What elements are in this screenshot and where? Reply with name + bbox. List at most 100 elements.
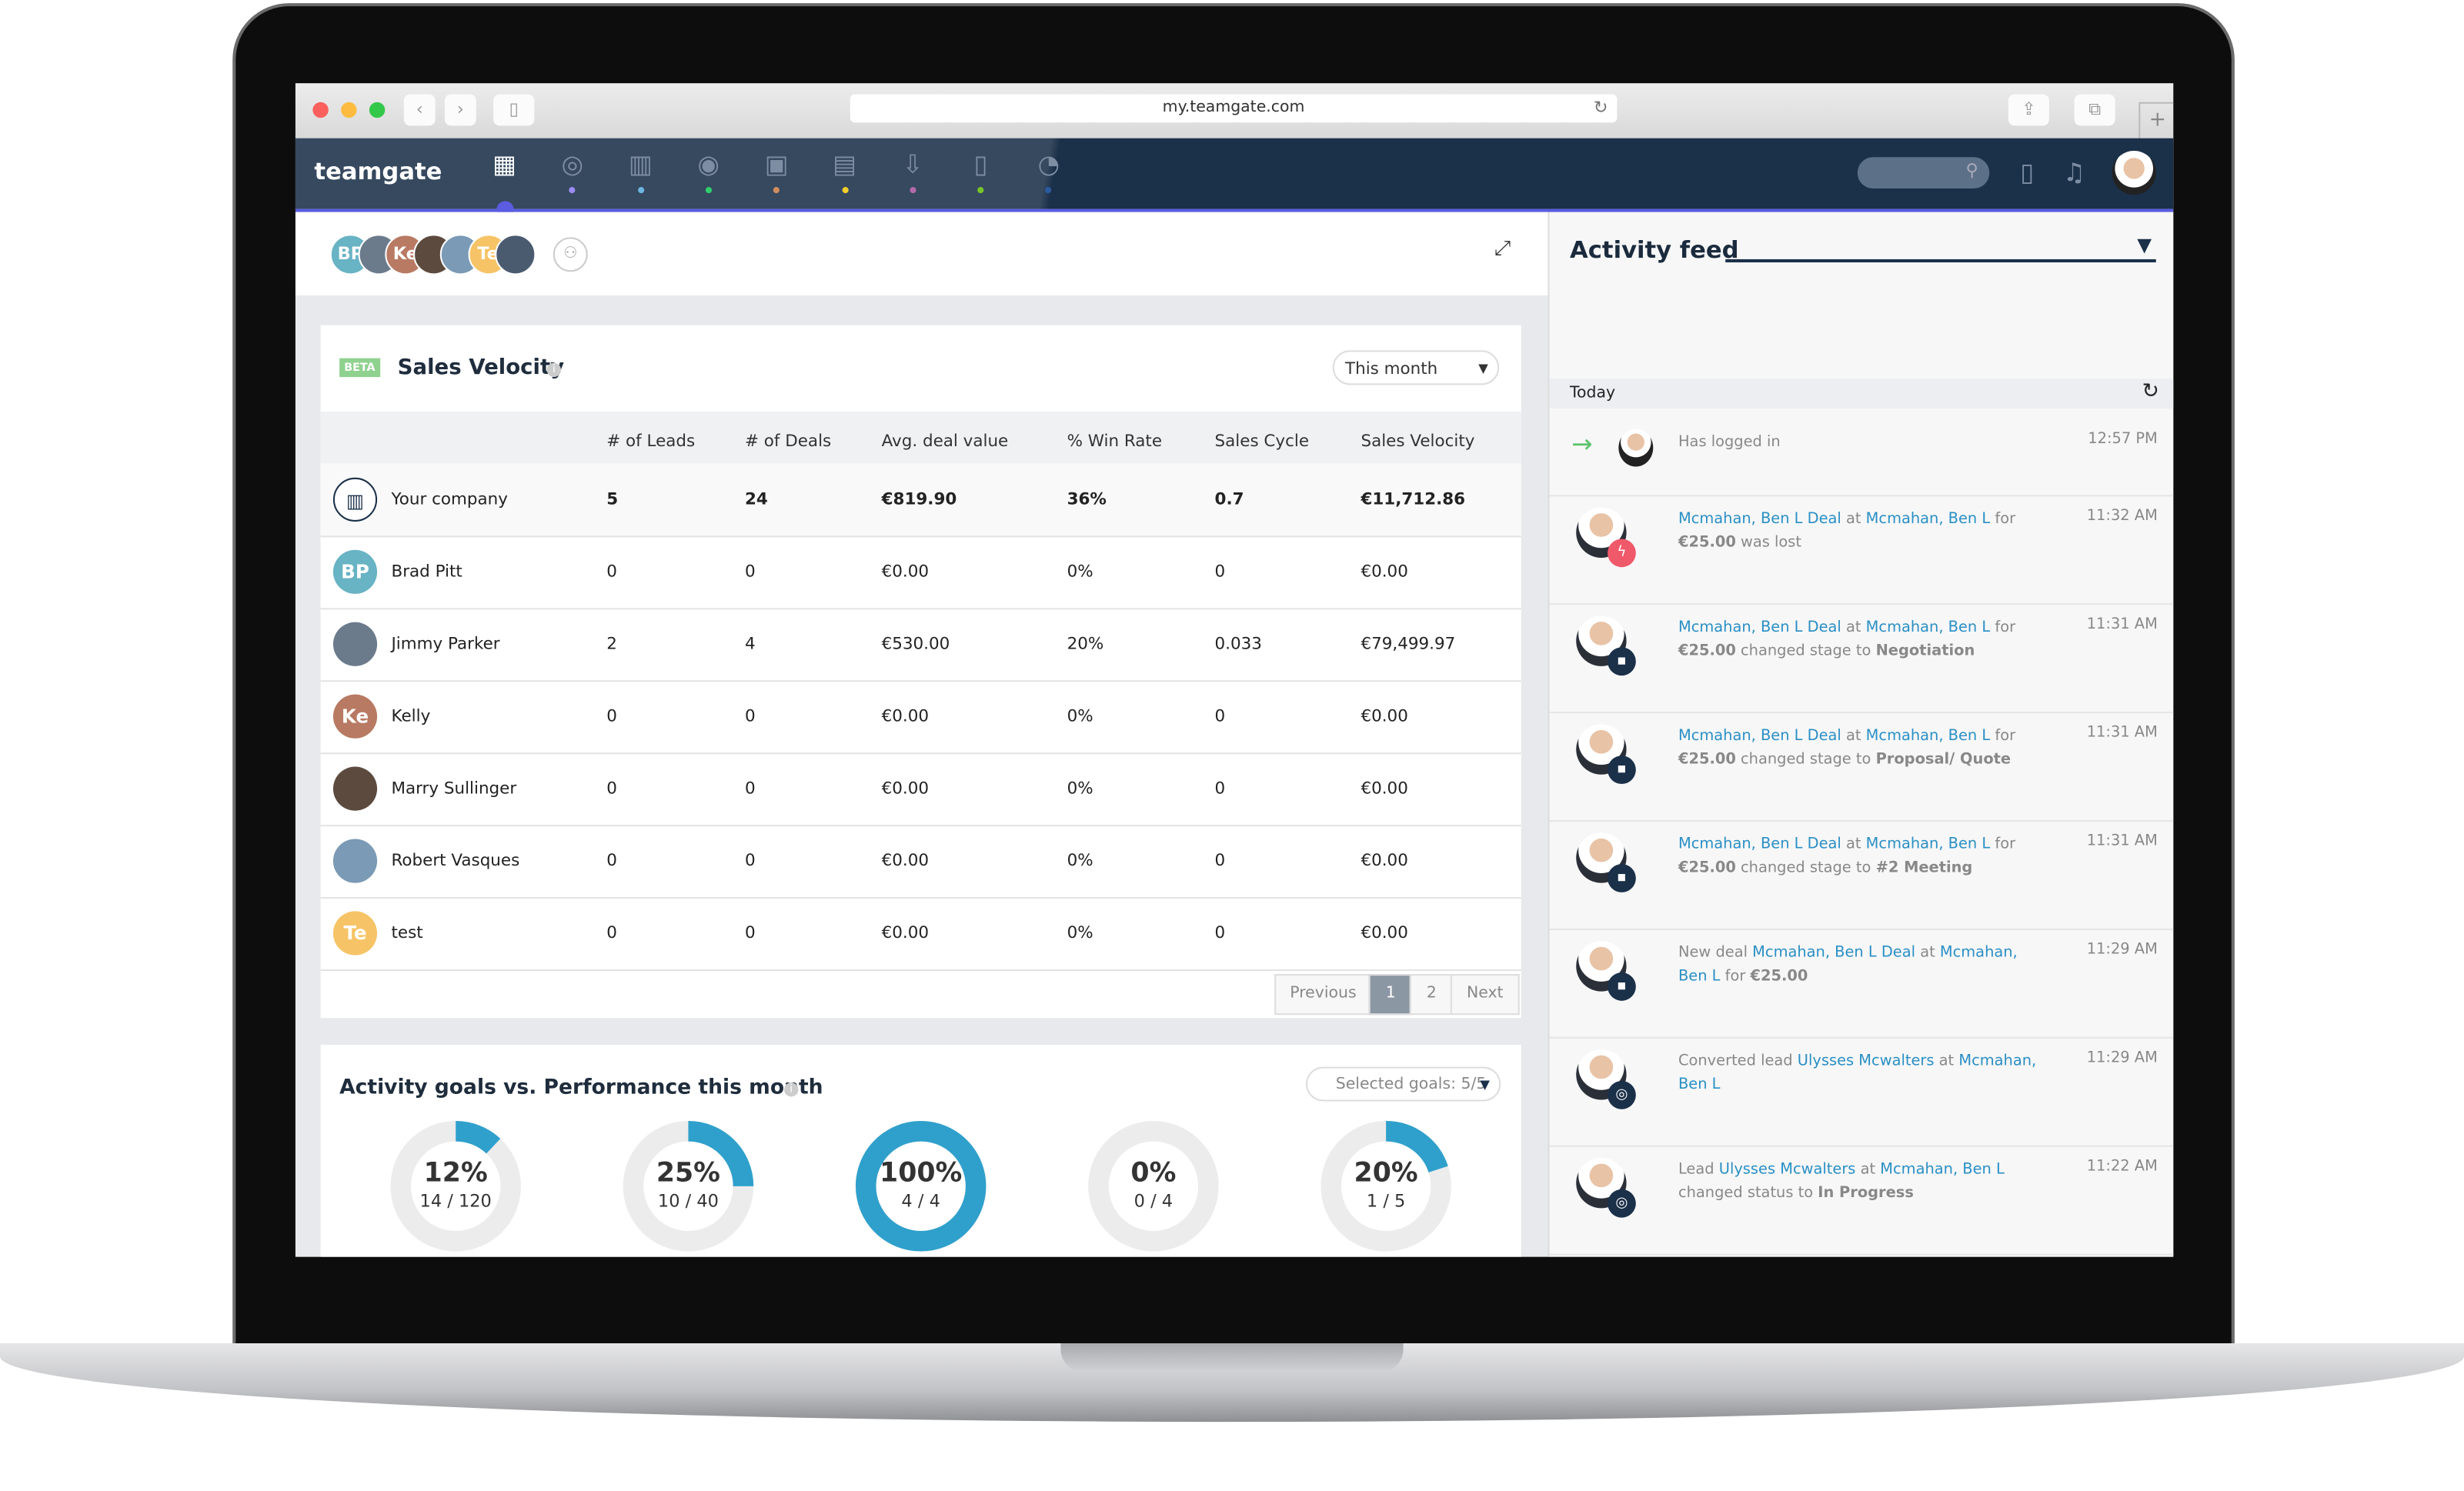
table-cell: 0 <box>1214 851 1226 871</box>
back-button[interactable]: ‹ <box>403 94 436 126</box>
feed-link[interactable]: Mcmahan, Ben L Deal <box>1678 511 1841 528</box>
feed-text-segment: was lost <box>1735 534 1802 552</box>
goal-donut: 12% 14 / 120 <box>389 1120 522 1253</box>
feed-item[interactable]: ▪ Mcmahan, Ben L Deal at Mcmahan, Ben L f… <box>1549 603 2174 714</box>
table-row[interactable]: Robert Vasques 0 0 €0.00 0% 0 €0.00 <box>320 825 1521 899</box>
column-header[interactable]: # of Leads <box>606 432 695 452</box>
column-header[interactable]: % Win Rate <box>1067 432 1162 452</box>
close-window-button[interactable] <box>312 102 329 118</box>
table-row[interactable]: Ke Kelly 0 0 €0.00 0% 0 €0.00 <box>320 680 1521 755</box>
table-row[interactable]: ▥ Your company 5 24 €819.90 36% 0.7 €11,712.86 <box>320 463 1521 538</box>
feed-link[interactable]: Mcmahan, Ben L Deal <box>1752 944 1915 961</box>
deal-icon: ▪ <box>1608 864 1636 892</box>
feed-text-segment: Lead <box>1678 1161 1719 1179</box>
table-cell: 0 <box>606 923 617 943</box>
files-icon[interactable]: ▯ <box>963 148 998 182</box>
reports-icon[interactable]: ◔ <box>1031 148 1066 182</box>
feed-text-segment: for <box>1990 836 2016 853</box>
feed-item[interactable]: ▪ Mcmahan, Ben L Deal at Mcmahan, Ben L f… <box>1549 712 2174 822</box>
table-row[interactable]: Marry Sullinger 0 0 €0.00 0% 0 €0.00 <box>320 752 1521 827</box>
feed-link[interactable]: Mcmahan, Ben L <box>1866 619 1991 636</box>
sidebar-toggle-icon[interactable]: ▯ <box>493 94 535 126</box>
contacts-icon[interactable]: ◉ <box>691 148 726 182</box>
user-avatar[interactable] <box>495 234 536 275</box>
feed-item[interactable]: → Has logged in 12:57 PM <box>1549 409 2174 497</box>
maximize-window-button[interactable] <box>369 102 386 118</box>
user-avatar: Ke <box>332 694 378 739</box>
new-tab-button[interactable]: + <box>2138 102 2174 142</box>
feed-link[interactable]: Mcmahan, Ben L Deal <box>1678 619 1841 636</box>
nav-indicator-dot <box>841 187 848 194</box>
lead-icon: ◎ <box>1608 1189 1636 1218</box>
user-name: test <box>391 923 423 943</box>
feed-text-segment: at <box>1841 619 1866 637</box>
expand-icon[interactable]: ⤢ <box>1494 237 1511 261</box>
period-select[interactable]: This month ▼ <box>1332 350 1500 385</box>
deal-icon: ▪ <box>1608 647 1636 676</box>
address-bar[interactable]: my.teamgate.com <box>850 94 1618 123</box>
feed-item[interactable]: ◎ Converted lead Ulysses Mcwalters at Mcm… <box>1549 1037 2174 1147</box>
sales-icon[interactable]: ⇩ <box>896 148 930 182</box>
goal-fraction: 0 / 4 <box>1134 1190 1174 1212</box>
column-header[interactable]: # of Deals <box>745 432 831 452</box>
feed-link[interactable]: Mcmahan, Ben L <box>1866 836 1991 852</box>
page-1-button[interactable]: 1 <box>1368 974 1413 1016</box>
deals-icon[interactable]: ▣ <box>760 148 794 182</box>
feed-text-segment: #2 Meeting <box>1875 859 1973 877</box>
goal-donut: 0% 0 / 4 <box>1087 1120 1220 1253</box>
feed-item[interactable]: ▪ New deal Mcmahan, Ben L Deal at Mcmahan… <box>1549 929 2174 1039</box>
bookmark-icon[interactable]: ▯ <box>2010 155 2045 190</box>
refresh-icon[interactable]: ↻ <box>2142 380 2159 404</box>
previous-page-button[interactable]: Previous <box>1274 974 1372 1016</box>
info-icon[interactable]: i <box>546 362 562 378</box>
feed-link[interactable]: Mcmahan, Ben L <box>1880 1161 2005 1178</box>
feed-item[interactable]: ▪ Mcmahan, Ben L Deal at Mcmahan, Ben L f… <box>1549 820 2174 930</box>
search-input[interactable]: ⚲ <box>1857 157 1990 189</box>
table-row[interactable]: BP Brad Pitt 0 0 €0.00 0% 0 €0.00 <box>320 535 1521 610</box>
table-cell: 0% <box>1067 562 1093 582</box>
column-header[interactable]: Sales Velocity <box>1361 432 1474 452</box>
feed-text-segment: €25.00 <box>1678 751 1736 769</box>
table-cell: 2 <box>606 635 617 654</box>
companies-icon[interactable]: ▥ <box>623 148 658 182</box>
table-header: # of Leads # of Deals Avg. deal value % Win… <box>320 412 1521 464</box>
feed-item[interactable]: ◎Lead Ulysses Mcwalters at Mcmahan, Ben … <box>1550 1254 2174 1257</box>
feed-link[interactable]: Mcmahan, Ben L <box>1866 511 1991 528</box>
reload-icon[interactable]: ↻ <box>1594 98 1608 118</box>
feed-link[interactable]: Mcmahan, Ben L <box>1866 727 1991 744</box>
user-name: Brad Pitt <box>391 562 462 582</box>
feed-link[interactable]: Ulysses Mcwalters <box>1798 1052 1935 1069</box>
user-name: Your company <box>391 490 508 509</box>
target-icon[interactable]: ◎ <box>555 148 589 182</box>
add-user-filter-button[interactable]: ⚇ <box>553 237 588 272</box>
share-icon[interactable]: ⇪ <box>2008 94 2049 126</box>
feed-link[interactable]: Mcmahan, Ben L Deal <box>1678 727 1841 744</box>
table-row[interactable]: Te test 0 0 €0.00 0% 0 €0.00 <box>320 897 1521 972</box>
feed-text: New deal Mcmahan, Ben L Deal at Mcmahan,… <box>1678 941 2040 988</box>
feed-text-segment: €25.00 <box>1678 859 1736 877</box>
feed-link[interactable]: Mcmahan, Ben L Deal <box>1678 836 1841 852</box>
feed-time: 12:57 PM <box>2088 430 2158 448</box>
forward-button[interactable]: › <box>444 94 476 126</box>
feed-item[interactable]: ϟ Mcmahan, Ben L Deal at Mcmahan, Ben L f… <box>1549 495 2174 605</box>
column-header[interactable]: Avg. deal value <box>882 432 1009 452</box>
goals-select[interactable]: Selected goals: 5/5 ▼ <box>1305 1066 1501 1102</box>
table-row[interactable]: Jimmy Parker 2 4 €530.00 20% 0.033 €79,499.97 <box>320 608 1521 682</box>
next-page-button[interactable]: Next <box>1450 974 1520 1016</box>
tabs-icon[interactable]: ⧉ <box>2074 94 2115 126</box>
goal-percent: 0% <box>1130 1158 1177 1189</box>
page-2-button[interactable]: 2 <box>1409 974 1454 1016</box>
bell-icon[interactable]: ♫ <box>2057 155 2092 190</box>
table-cell: 0.033 <box>1214 635 1262 654</box>
info-icon[interactable]: i <box>784 1082 799 1097</box>
filter-icon[interactable]: ▼ <box>2137 234 2152 256</box>
feed-text-segment: New deal <box>1678 944 1753 962</box>
user-avatar[interactable] <box>2112 151 2156 195</box>
feed-link[interactable]: Ulysses Mcwalters <box>1719 1161 1856 1178</box>
feed-item[interactable]: ◎Lead Ulysses Mcwalters at Mcmahan, Ben … <box>1549 1146 2174 1256</box>
minimize-window-button[interactable] <box>341 102 357 118</box>
calendar-icon[interactable]: ▤ <box>827 148 862 182</box>
table-cell: 0% <box>1067 923 1093 943</box>
column-header[interactable]: Sales Cycle <box>1215 432 1309 452</box>
dashboard-icon[interactable]: ▦ <box>487 148 522 182</box>
